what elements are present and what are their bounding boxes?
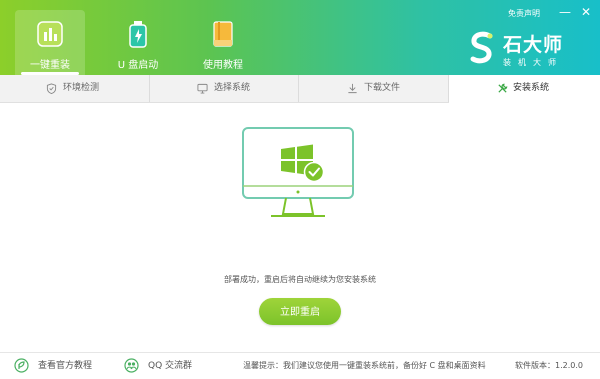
brand-name: 石大师 xyxy=(503,34,564,56)
close-button[interactable]: ✕ xyxy=(579,5,593,19)
progress-steps: 环境检测 选择系统 下载文件 安装系统 xyxy=(0,75,600,103)
tab-usb-boot[interactable]: U 盘启动 xyxy=(103,10,173,75)
qq-group-label: QQ 交流群 xyxy=(148,361,193,371)
step-label: 选择系统 xyxy=(214,83,251,93)
logo-mark-icon xyxy=(470,31,493,64)
minimize-button[interactable]: — xyxy=(558,5,572,19)
backup-notice: 温馨提示：我们建议您使用一键重装系统前，备份好 C 盘和桌面资料 xyxy=(243,361,486,370)
step-download-files: 下载文件 xyxy=(299,75,449,102)
download-icon xyxy=(348,83,357,94)
step-select-system: 选择系统 xyxy=(150,75,299,102)
monitor-icon xyxy=(197,83,208,94)
bar-chart-icon xyxy=(37,21,63,47)
shield-check-icon xyxy=(46,83,57,94)
disclaimer-link[interactable]: 免责声明 xyxy=(508,8,540,19)
step-env-check: 环境检测 xyxy=(0,75,150,102)
leaf-circle-icon xyxy=(14,358,29,373)
app-header: 一键重装 U 盘启动 使用教程 免责声明 — ✕ 石大师 装机大师 xyxy=(0,0,600,75)
monitor-illustration xyxy=(242,127,354,217)
tab-label: 使用教程 xyxy=(203,60,243,71)
tab-label: 一键重装 xyxy=(30,60,70,71)
tab-label: U 盘启动 xyxy=(117,60,159,71)
tab-tutorial[interactable]: 使用教程 xyxy=(188,10,258,75)
tab-one-click-reinstall[interactable]: 一键重装 xyxy=(15,10,85,75)
step-label: 环境检测 xyxy=(63,83,100,93)
check-circle-icon xyxy=(303,161,325,183)
usb-drive-icon xyxy=(129,21,147,48)
brand-logo: 石大师 装机大师 xyxy=(468,30,586,70)
step-label: 安装系统 xyxy=(513,83,550,93)
restart-now-button[interactable]: 立即重启 xyxy=(259,298,341,325)
brand-subtitle: 装机大师 xyxy=(503,58,563,67)
group-users-icon xyxy=(124,358,139,373)
step-install-system: 安装系统 xyxy=(449,75,600,103)
software-version: 软件版本：1.2.0.0 xyxy=(515,361,583,370)
wrench-icon xyxy=(498,83,508,93)
step-label: 下载文件 xyxy=(364,83,401,93)
tutorial-link-label: 查看官方教程 xyxy=(38,361,93,371)
footer-bar: 查看官方教程 QQ 交流群 温馨提示：我们建议您使用一键重装系统前，备份好 C … xyxy=(0,352,600,379)
status-message: 部署成功，重启后将自动继续为您安装系统 xyxy=(224,275,376,284)
book-icon xyxy=(213,21,233,47)
